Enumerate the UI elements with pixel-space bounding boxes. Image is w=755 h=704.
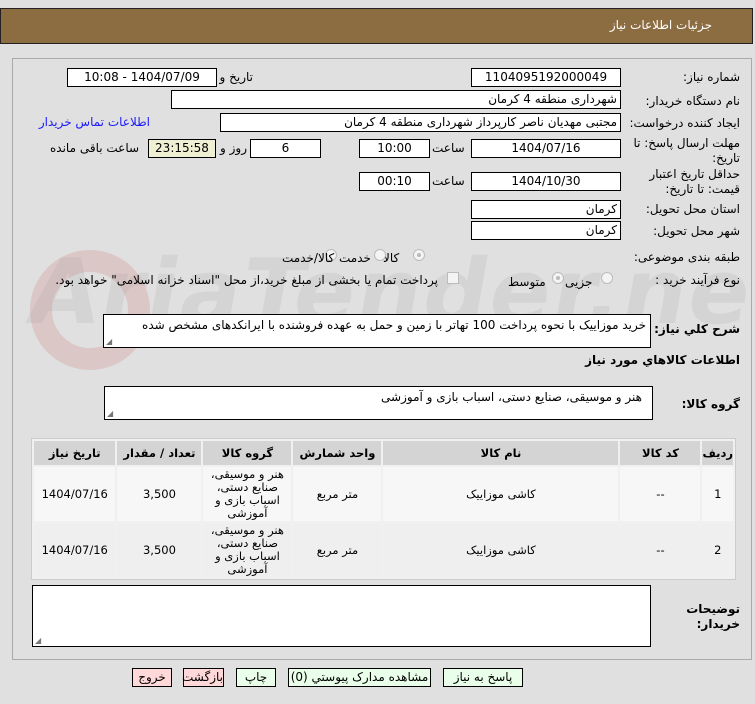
attachments-button[interactable]: مشاهده مدارک پیوستي (0) xyxy=(288,668,431,687)
category-option-service: خدمت xyxy=(339,251,371,265)
goods-group-textarea[interactable]: هنر و موسیقی، صنایع دستی، اسباب بازی و آ… xyxy=(104,386,653,420)
days-label: روز و xyxy=(220,141,247,155)
table-header-row: ردیف کد کالا نام کالا واحد شمارش گروه کا… xyxy=(34,441,733,465)
cell-row: 1 xyxy=(702,467,733,521)
buyer-org-field[interactable]: شهرداری منطقه 4 کرمان xyxy=(171,90,621,109)
cell-qty: 3,500 xyxy=(117,467,202,521)
cell-code: -- xyxy=(620,467,701,521)
payment-checkbox[interactable] xyxy=(447,272,459,284)
need-number-field[interactable]: 1104095192000049 xyxy=(471,68,621,87)
deadline-time-label: ساعت xyxy=(432,141,465,155)
remaining-time: 23:15:58 xyxy=(148,139,216,158)
notes-textarea[interactable]: ◢ xyxy=(32,585,651,647)
buyer-org-label: نام دستگاه خریدار: xyxy=(645,94,741,108)
description-textarea[interactable]: خرید موزاییک با نحوه پرداخت 100 تهاتر با… xyxy=(103,314,651,348)
contact-info-link[interactable]: اطلاعات تماس خریدار xyxy=(39,115,150,129)
remaining-label: ساعت باقی مانده xyxy=(50,141,140,155)
goods-group-text: هنر و موسیقی، صنایع دستی، اسباب بازی و آ… xyxy=(381,390,642,404)
deadline-date-field[interactable]: 1404/07/16 xyxy=(471,139,621,158)
payment-note: پرداخت تمام یا بخشی از مبلغ خرید،از محل … xyxy=(55,273,438,287)
goods-info-title: اطلاعات کالاهاي مورد نیاز xyxy=(585,353,740,367)
validity-time-label: ساعت xyxy=(432,174,465,188)
col-unit: واحد شمارش xyxy=(293,441,382,465)
back-button[interactable]: بازگشت xyxy=(182,668,224,687)
resize-grip-icon[interactable]: ◢ xyxy=(107,409,113,418)
cell-date: 1404/07/16 xyxy=(34,523,116,577)
print-button[interactable]: چاپ xyxy=(236,668,276,687)
page-title: جزئیات اطلاعات نیاز xyxy=(609,18,712,32)
deadline-label: مهلت ارسال پاسخ: تا تاریخ: xyxy=(633,136,740,165)
col-name: نام کالا xyxy=(383,441,619,465)
city-label: شهر محل تحویل: xyxy=(653,224,740,238)
reply-button[interactable]: پاسخ به نیاز xyxy=(443,668,523,687)
cell-code: -- xyxy=(620,523,701,577)
table-row[interactable]: 1 -- کاشی موزاییک متر مربع هنر و موسیقی،… xyxy=(34,467,733,521)
category-radio-service[interactable] xyxy=(374,249,386,261)
cell-name: کاشی موزاییک xyxy=(383,523,619,577)
description-text: خرید موزاییک با نحوه پرداخت 100 تهاتر با… xyxy=(142,318,646,332)
cell-qty: 3,500 xyxy=(117,523,202,577)
table-row[interactable]: 2 -- کاشی موزاییک متر مربع هنر و موسیقی،… xyxy=(34,523,733,577)
goods-group-label: گروه کالا: xyxy=(681,397,740,411)
notes-label: توضیحات خریدار: xyxy=(686,602,740,631)
description-label: شرح کلي نیاز: xyxy=(654,322,740,336)
goods-table: ردیف کد کالا نام کالا واحد شمارش گروه کا… xyxy=(31,438,736,580)
process-label: نوع فرآیند خرید : xyxy=(655,273,740,287)
validity-label: حداقل تاریخ اعتبار قیمت: تا تاریخ: xyxy=(649,167,740,196)
validity-date-field[interactable]: 1404/10/30 xyxy=(471,172,621,191)
exit-button[interactable]: خروج xyxy=(132,668,172,687)
page-header: جزئیات اطلاعات نیاز xyxy=(0,8,753,44)
category-option-both: کالا/خدمت xyxy=(282,251,335,265)
col-date: تاریخ نیاز xyxy=(34,441,116,465)
days-field[interactable]: 6 xyxy=(250,139,321,158)
process-radio-minor[interactable] xyxy=(601,272,613,284)
cell-group: هنر و موسیقی، صنایع دستی، اسباب بازی و آ… xyxy=(203,523,292,577)
cell-date: 1404/07/16 xyxy=(34,467,116,521)
cell-row: 2 xyxy=(702,523,733,577)
col-code: کد کالا xyxy=(620,441,701,465)
cell-name: کاشی موزاییک xyxy=(383,467,619,521)
need-number-label: شماره نیاز: xyxy=(683,70,740,84)
city-field[interactable]: کرمان xyxy=(471,221,621,240)
cell-group: هنر و موسیقی، صنایع دستی، اسباب بازی و آ… xyxy=(203,467,292,521)
col-group: گروه کالا xyxy=(203,441,292,465)
col-row: ردیف xyxy=(702,441,733,465)
process-option-minor: جزیی xyxy=(565,275,593,289)
deadline-time-field[interactable]: 10:00 xyxy=(359,139,430,158)
process-option-medium: متوسط xyxy=(508,275,546,289)
resize-grip-icon[interactable]: ◢ xyxy=(106,337,112,346)
cell-unit: متر مربع xyxy=(293,467,382,521)
announce-field[interactable]: 1404/07/09 - 10:08 xyxy=(67,68,217,87)
validity-time-field[interactable]: 00:10 xyxy=(359,172,430,191)
province-field[interactable]: کرمان xyxy=(471,200,621,219)
cell-unit: متر مربع xyxy=(293,523,382,577)
category-label: طبقه بندی موضوعی: xyxy=(633,250,740,264)
creator-field[interactable]: مجتبی مهدیان ناصر کارپرداز شهرداری منطقه… xyxy=(220,113,621,132)
col-qty: تعداد / مقدار xyxy=(117,441,202,465)
category-radio-goods[interactable] xyxy=(413,249,425,261)
creator-label: ایجاد کننده درخواست: xyxy=(629,116,740,130)
process-radio-medium[interactable] xyxy=(552,272,564,284)
resize-grip-icon[interactable]: ◢ xyxy=(35,636,41,645)
province-label: استان محل تحویل: xyxy=(645,202,740,216)
